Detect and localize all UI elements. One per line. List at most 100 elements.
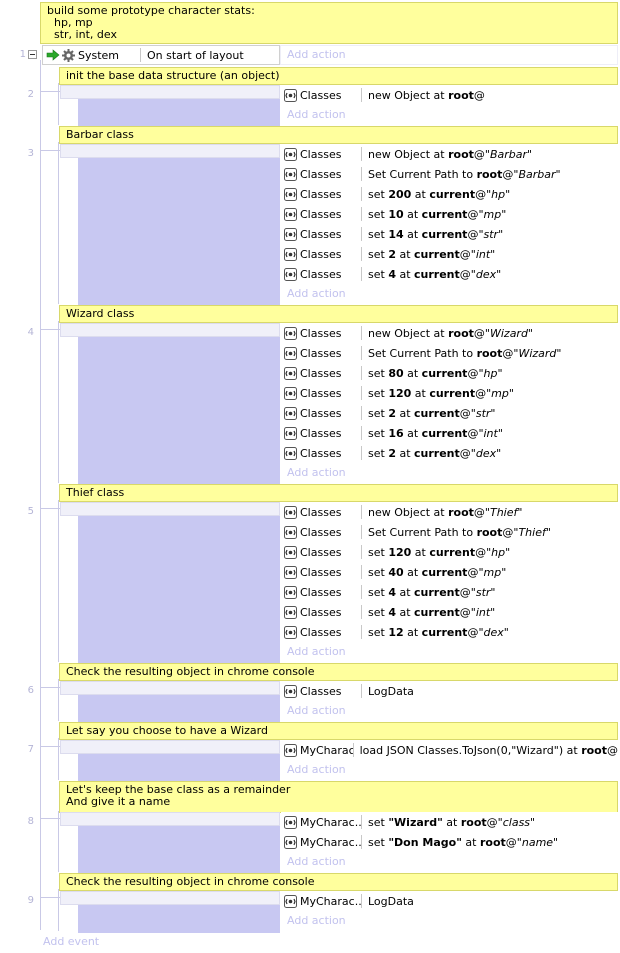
tree-branch-line [40,818,60,819]
separator [361,366,362,380]
action-text: new Object at root@"Thief" [368,505,523,519]
sub-event-header[interactable] [60,891,280,905]
action-object-name: Classes [300,545,342,559]
sub-event-header[interactable] [60,502,280,516]
action-row[interactable]: Classes set 2 at current@"str" [281,403,618,423]
action-object: MyCharac... [281,835,361,849]
action-row[interactable]: Classes Set Current Path to root@"Wizard" [281,343,618,363]
collapse-toggle-icon[interactable] [28,50,37,59]
action-row[interactable]: Classes set 80 at current@"hp" [281,363,618,383]
condition-area[interactable] [78,158,280,306]
action-object: Classes [281,88,361,102]
tree-branch-line [40,897,60,898]
add-action-link[interactable]: Add action [281,701,618,721]
object-type-icon [284,835,297,849]
action-row[interactable]: MyCharac... load JSON Classes.ToJson(0,"W… [281,740,618,760]
object-type-icon [284,167,297,181]
sub-event-header[interactable] [60,144,280,158]
action-row[interactable]: Classes set 10 at current@"mp" [281,204,618,224]
group-comment[interactable]: init the base data structure (an object) [59,67,618,85]
group-comment[interactable]: Let's keep the base class as a remainder… [59,781,618,813]
action-row[interactable]: Classes set 120 at current@"mp" [281,383,618,403]
tree-branch-line [40,746,60,747]
event-tree-line [40,60,41,930]
action-object-name: Classes [300,505,342,519]
action-row[interactable]: Classes new Object at root@"Wizard" [281,323,618,343]
add-action-link[interactable]: Add action [281,463,618,483]
action-object: MyCharac... [281,815,361,829]
add-action-link[interactable]: Add action [281,284,618,304]
action-row[interactable]: Classes Set Current Path to root@"Thief" [281,522,618,542]
group-comment[interactable]: Let say you choose to have a Wizard [59,722,618,740]
sub-event-header[interactable] [60,681,280,695]
add-action-link[interactable]: Add action [281,105,618,125]
group-comment[interactable]: Wizard class [59,305,618,323]
group-comment[interactable]: Check the resulting object in chrome con… [59,663,618,681]
action-text: Set Current Path to root@"Barbar" [368,167,561,181]
action-row[interactable]: Classes set 14 at current@"str" [281,224,618,244]
tree-branch-line [40,91,60,92]
action-row[interactable]: Classes set 2 at current@"dex" [281,443,618,463]
add-action-link[interactable]: Add action [280,45,618,65]
object-type-icon [284,505,297,519]
group-tree-line [58,738,59,780]
object-type-icon [284,585,297,599]
actions-list: Classes new Object at root@"Wizard" Classe… [281,323,618,483]
sub-event-header[interactable] [60,740,280,754]
object-type-icon [284,565,297,579]
action-row[interactable]: Classes set 120 at current@"hp" [281,542,618,562]
action-object-name: Classes [300,167,342,181]
add-event-link[interactable]: Add event [43,935,99,948]
group-comment[interactable]: Barbar class [59,126,618,144]
action-row[interactable]: Classes set 4 at current@"dex" [281,264,618,284]
action-row[interactable]: Classes set 4 at current@"str" [281,582,618,602]
action-row[interactable]: Classes set 200 at current@"hp" [281,184,618,204]
condition-area[interactable] [78,905,280,933]
action-row[interactable]: Classes new Object at root@"Barbar" [281,144,618,164]
action-row[interactable]: Classes Set Current Path to root@"Barbar" [281,164,618,184]
action-object: Classes [281,346,361,360]
action-row[interactable]: MyCharac... LogData [281,891,618,911]
sub-event-header[interactable] [60,812,280,826]
condition-area[interactable] [78,516,280,664]
object-type-icon [284,743,297,757]
system-condition[interactable]: System On start of layout [42,45,280,65]
action-row[interactable]: Classes set 4 at current@"int" [281,602,618,622]
condition-area[interactable] [78,754,280,782]
action-text: set 4 at current@"int" [368,605,496,619]
group-tree-line [58,889,59,931]
action-row[interactable]: Classes set 40 at current@"mp" [281,562,618,582]
action-row[interactable]: Classes set 16 at current@"int" [281,423,618,443]
action-row[interactable]: MyCharac... set "Wizard" at root@"class" [281,812,618,832]
condition-area[interactable] [78,826,280,874]
separator [361,545,362,559]
action-row[interactable]: Classes LogData [281,681,618,701]
add-action-link[interactable]: Add action [281,911,618,931]
add-action-link[interactable]: Add action [281,642,618,662]
condition-area[interactable] [78,695,280,723]
condition-area[interactable] [78,337,280,485]
actions-list: Classes new Object at root@"Thief" Classes… [281,502,618,662]
add-action-link[interactable]: Add action [281,852,618,872]
sub-event-header[interactable] [60,323,280,337]
action-text: Set Current Path to root@"Thief" [368,525,551,539]
group-comment[interactable]: Thief class [59,484,618,502]
action-row[interactable]: Classes new Object at root@"Thief" [281,502,618,522]
separator [361,815,362,829]
condition-area[interactable] [78,99,280,127]
action-object-name: MyCharac... [300,835,361,849]
sub-event-header[interactable] [60,85,280,99]
action-row[interactable]: Classes new Object at root@ [281,85,618,105]
action-row[interactable]: Classes set 12 at current@"dex" [281,622,618,642]
action-object-name: Classes [300,267,342,281]
object-type-icon [284,625,297,639]
object-type-icon [284,267,297,281]
top-comment[interactable]: build some prototype character stats: hp… [40,2,618,44]
action-row[interactable]: Classes set 2 at current@"int" [281,244,618,264]
action-object-name: Classes [300,605,342,619]
add-action-link[interactable]: Add action [281,760,618,780]
action-text: set 2 at current@"str" [368,406,496,420]
group-comment[interactable]: Check the resulting object in chrome con… [59,873,618,891]
action-row[interactable]: MyCharac... set "Don Mago" at root@"name" [281,832,618,852]
separator [361,346,362,360]
